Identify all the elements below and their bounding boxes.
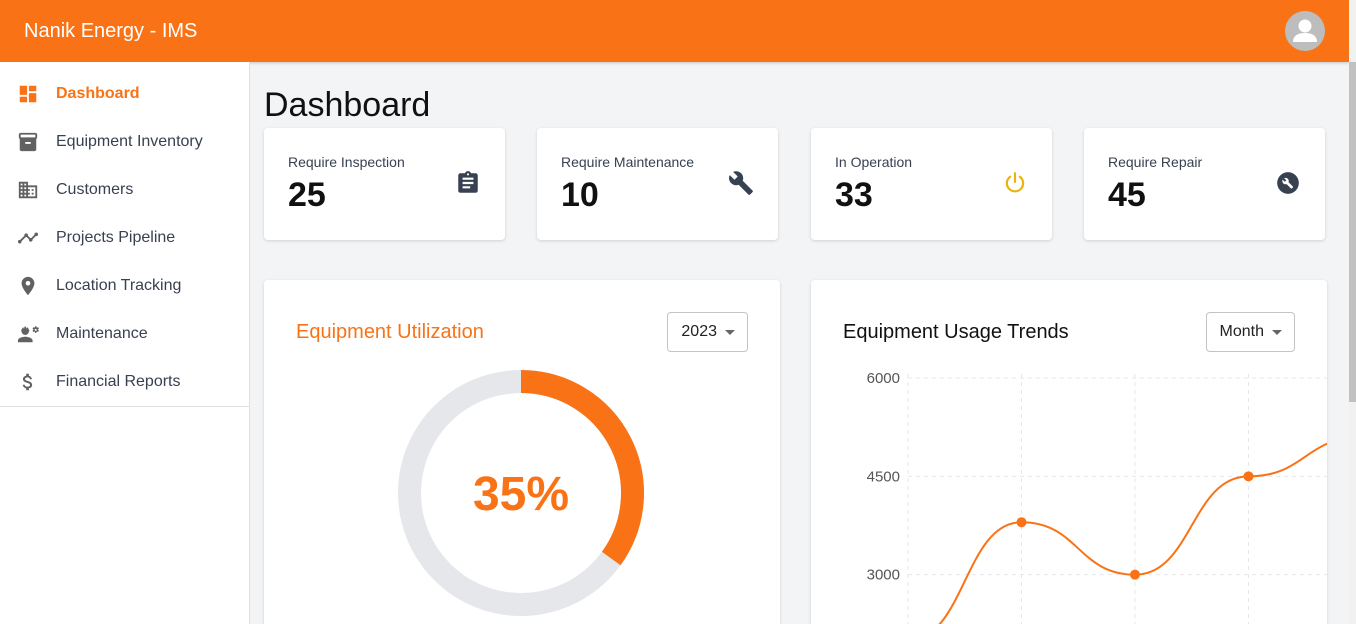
building-icon — [16, 178, 40, 202]
sidebar-item-label: Location Tracking — [56, 277, 182, 294]
donut-center-label: 35% — [473, 468, 569, 521]
sidebar-item-label: Dashboard — [56, 85, 140, 102]
stat-card-repair: Require Repair 45 — [1084, 128, 1325, 240]
stat-value: 45 — [1108, 176, 1146, 214]
stat-label: Require Inspection — [288, 154, 405, 170]
utilization-donut-chart: 35% — [398, 370, 644, 616]
sidebar: Dashboard Equipment Inventory Customers … — [0, 62, 250, 624]
sidebar-item-customers[interactable]: Customers — [0, 166, 249, 214]
power-icon — [1002, 170, 1028, 196]
inventory-icon — [16, 130, 40, 154]
sidebar-item-label: Customers — [56, 181, 134, 198]
repair-wrench-icon — [1275, 170, 1301, 196]
y-tick-label: 3000 — [867, 567, 900, 584]
y-tick-label: 4500 — [867, 468, 900, 485]
stat-card-inspection: Require Inspection 25 — [264, 128, 505, 240]
stat-value: 10 — [561, 176, 599, 214]
app-bar: Nanik Energy - IMS — [0, 0, 1349, 62]
clipboard-icon — [455, 170, 481, 196]
sidebar-item-financial-reports[interactable]: Financial Reports — [0, 358, 249, 406]
stat-label: In Operation — [835, 154, 913, 170]
trending-icon — [16, 226, 40, 250]
stat-value: 33 — [835, 176, 873, 214]
sidebar-item-location-tracking[interactable]: Location Tracking — [0, 262, 249, 310]
sidebar-item-equipment-inventory[interactable]: Equipment Inventory — [0, 118, 249, 166]
location-pin-icon — [16, 274, 40, 298]
usage-trends-line-chart: 6000 4500 3000 — [867, 370, 1327, 624]
sidebar-item-label: Maintenance — [56, 325, 148, 342]
wrench-icon — [728, 170, 754, 196]
person-icon — [1293, 19, 1317, 42]
sidebar-item-dashboard[interactable]: Dashboard — [0, 70, 249, 118]
stat-label: Require Maintenance — [561, 154, 695, 170]
utilization-panel: Equipment Utilization 2023 35% — [264, 280, 780, 624]
sidebar-item-label: Projects Pipeline — [56, 229, 176, 246]
data-point[interactable] — [1016, 517, 1027, 528]
sidebar-nav: Dashboard Equipment Inventory Customers … — [0, 62, 249, 407]
stat-card-maintenance: Require Maintenance 10 — [537, 128, 778, 240]
data-point[interactable] — [1243, 471, 1254, 482]
stat-value: 25 — [288, 176, 326, 214]
page-title: Dashboard — [264, 86, 431, 124]
dollar-icon — [16, 370, 40, 394]
sidebar-item-projects-pipeline[interactable]: Projects Pipeline — [0, 214, 249, 262]
series-line — [938, 442, 1327, 624]
usage-trends-panel: Equipment Usage Trends Month 6000 4500 300… — [811, 280, 1327, 624]
y-tick-label: 6000 — [867, 370, 900, 387]
engineering-icon — [16, 322, 40, 346]
sidebar-item-label: Equipment Inventory — [56, 133, 203, 150]
dashboard-icon — [16, 82, 40, 106]
scrollbar[interactable] — [1349, 0, 1356, 624]
stat-card-in-operation: In Operation 33 — [811, 128, 1052, 240]
app-title: Nanik Energy - IMS — [24, 19, 198, 42]
scrollbar-thumb[interactable] — [1349, 62, 1356, 402]
data-point[interactable] — [1130, 569, 1140, 580]
avatar[interactable] — [1285, 11, 1325, 51]
stat-label: Require Repair — [1108, 154, 1203, 170]
sidebar-item-maintenance[interactable]: Maintenance — [0, 310, 249, 358]
sidebar-item-label: Financial Reports — [56, 373, 181, 390]
